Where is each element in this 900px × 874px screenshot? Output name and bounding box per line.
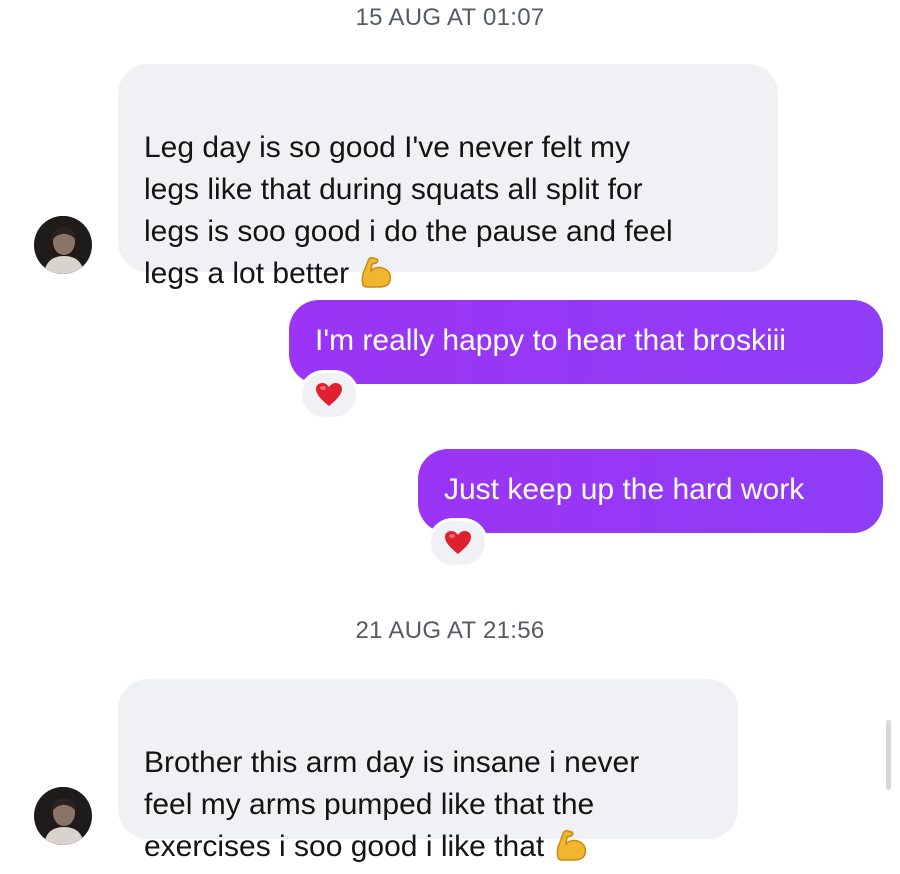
message-text: I'm really happy to hear that broskiii xyxy=(315,324,786,357)
avatar[interactable] xyxy=(34,216,92,274)
red-heart-icon xyxy=(316,383,342,406)
red-heart-icon xyxy=(445,531,471,554)
message-text: Just keep up the hard work xyxy=(444,473,805,506)
outgoing-message-bubble[interactable]: Just keep up the hard work xyxy=(418,449,883,533)
timestamp: 15 AUG AT 01:07 xyxy=(355,4,545,31)
avatar-icon xyxy=(34,216,92,274)
timestamp: 21 AUG AT 21:56 xyxy=(355,617,545,644)
incoming-message-bubble[interactable]: Brother this arm day is insane i never f… xyxy=(118,679,738,863)
avatar-icon xyxy=(34,787,92,845)
reaction-badge[interactable] xyxy=(428,518,488,568)
avatar[interactable] xyxy=(34,787,92,845)
message-text: Leg day is so good I've never felt my le… xyxy=(144,131,673,290)
outgoing-message-bubble[interactable]: I'm really happy to hear that broskiii xyxy=(289,300,883,384)
flexed-biceps-icon xyxy=(554,828,590,874)
reaction-badge[interactable] xyxy=(299,370,359,420)
incoming-message-bubble[interactable]: Leg day is so good I've never felt my le… xyxy=(118,64,778,290)
flexed-biceps-icon xyxy=(359,255,395,301)
scrollbar[interactable] xyxy=(886,720,891,790)
